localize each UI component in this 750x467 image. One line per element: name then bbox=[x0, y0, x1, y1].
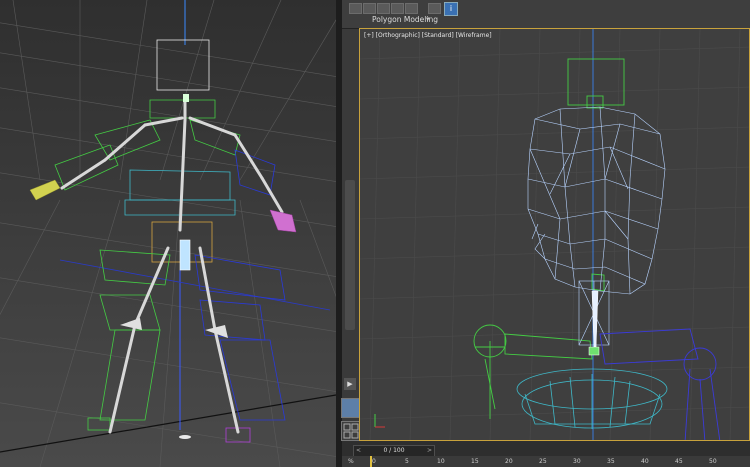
perspective-viewport[interactable] bbox=[0, 0, 336, 467]
ruler-tick: 45 bbox=[675, 458, 683, 465]
ribbon-tool-2-icon[interactable] bbox=[363, 3, 376, 14]
viewport-label[interactable]: [+] [Orthographic] [Standard] [Wireframe… bbox=[364, 32, 492, 39]
track-bar-ruler[interactable]: % 0 5 10 15 20 25 30 35 40 45 50 bbox=[342, 456, 750, 467]
chevron-down-icon[interactable]: ▾ bbox=[426, 15, 430, 23]
ruler-tick: 40 bbox=[641, 458, 649, 465]
timeline: < 0 / 100 > % 0 5 10 15 20 25 30 35 40 4… bbox=[342, 441, 750, 467]
quad-viewport-layout-icon[interactable] bbox=[341, 421, 361, 441]
single-viewport-layout-icon[interactable] bbox=[341, 398, 361, 418]
ruler-tick: 15 bbox=[471, 458, 479, 465]
ruler-tick: 50 bbox=[709, 458, 717, 465]
frame-counter: 0 / 100 bbox=[383, 447, 405, 454]
next-frame-icon[interactable]: > bbox=[427, 446, 432, 456]
info-icon[interactable]: i bbox=[444, 2, 458, 16]
ruler-tick: 25 bbox=[539, 458, 547, 465]
prev-frame-icon[interactable]: < bbox=[356, 446, 361, 456]
ribbon-tool-4-icon[interactable] bbox=[391, 3, 404, 14]
ribbon-tool-3-icon[interactable] bbox=[377, 3, 390, 14]
ruler-tick: 0 bbox=[372, 458, 376, 465]
ruler-unit-icon: % bbox=[348, 458, 354, 465]
ruler-tick: 10 bbox=[437, 458, 445, 465]
orthographic-viewport[interactable]: [+] [Orthographic] [Standard] [Wireframe… bbox=[359, 28, 750, 441]
strip-scroll-thumb[interactable] bbox=[345, 180, 355, 330]
perspective-scene bbox=[0, 0, 336, 467]
ribbon-tool-5-icon[interactable] bbox=[405, 3, 418, 14]
orthographic-scene bbox=[360, 29, 749, 440]
ruler-tick: 20 bbox=[505, 458, 513, 465]
ribbon-tool-1-icon[interactable] bbox=[349, 3, 362, 14]
play-icon[interactable]: ▶ bbox=[344, 378, 356, 390]
ribbon-tool-6-icon[interactable] bbox=[428, 3, 441, 14]
ruler-tick: 30 bbox=[573, 458, 581, 465]
ruler-tick: 35 bbox=[607, 458, 615, 465]
ruler-tick: 5 bbox=[405, 458, 409, 465]
